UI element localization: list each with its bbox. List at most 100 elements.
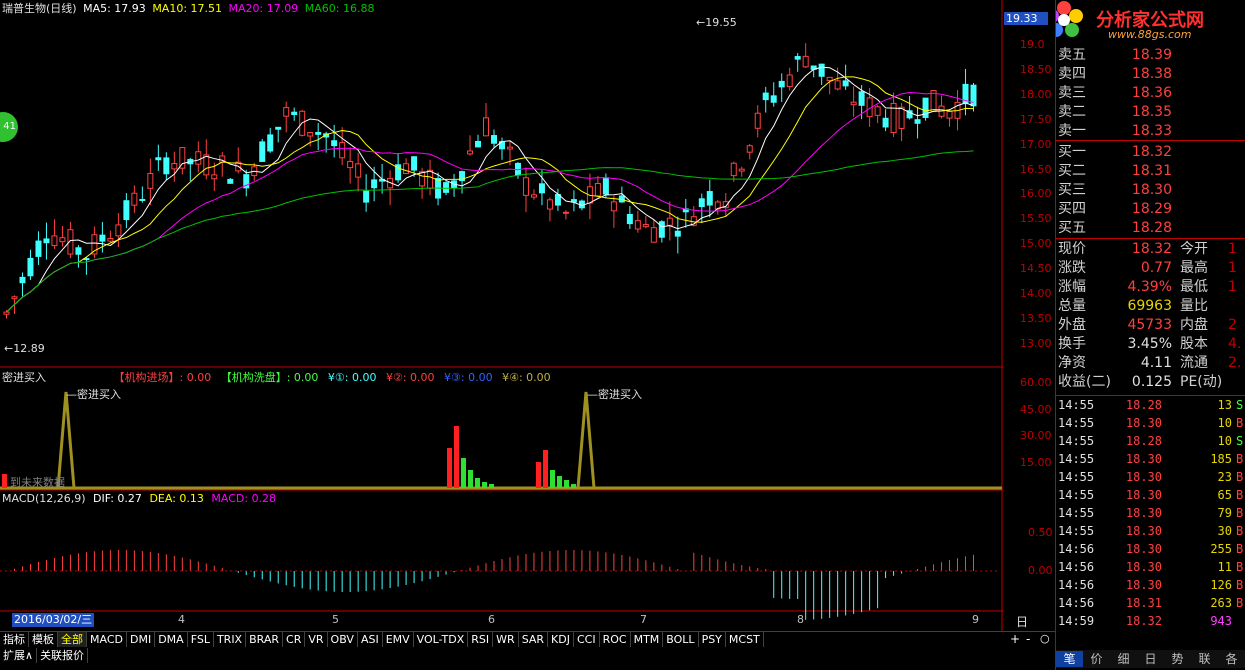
candle-body [3, 311, 10, 315]
indicator-tab[interactable]: CCI [573, 632, 600, 647]
tick-time: 14:55 [1058, 506, 1095, 520]
sell-order-row: 卖四 18.38 [1056, 65, 1245, 84]
indicator-tab[interactable]: BOLL [663, 632, 699, 647]
candle-body [195, 151, 202, 165]
indicator-tab[interactable]: BRAR [246, 632, 284, 647]
stat-label: 净资 [1058, 355, 1086, 371]
indicator-tab[interactable]: MACD [87, 632, 127, 647]
indicator-tab[interactable]: DMA [155, 632, 188, 647]
price-axis-label: 15.50 [1020, 212, 1052, 226]
y1-label: ¥①: 0.00 [327, 371, 377, 384]
chart-area[interactable]: 瑞普生物(日线) MA5: 17.93 MA10: 17.51 MA20: 17… [0, 0, 1053, 646]
tick-price: 18.28 [1125, 398, 1162, 412]
indicator-tab[interactable]: ASI [357, 632, 383, 647]
ma-line [6, 91, 974, 313]
candle-body [75, 247, 82, 255]
quote-view-tab[interactable]: 势 [1164, 651, 1191, 667]
candle-body [171, 163, 178, 170]
indicator-tab[interactable]: TRIX [213, 632, 247, 647]
quote-view-tab[interactable]: 细 [1110, 651, 1137, 667]
order-price: 18.28 [1131, 220, 1172, 236]
indicator-tab[interactable]: 全部 [58, 632, 87, 647]
tick-side: B [1236, 596, 1244, 610]
candle-body [11, 296, 18, 300]
candle-body [530, 194, 537, 198]
indicator-tab[interactable]: OBV [327, 632, 358, 647]
candle-body [594, 183, 601, 197]
tick-volume: 13 [1217, 398, 1232, 412]
tick-time: 14:55 [1058, 416, 1095, 430]
indicator-tab[interactable]: 指标 [0, 632, 29, 647]
candle-body [331, 140, 338, 147]
indicator-tab[interactable]: SAR [518, 632, 549, 647]
indicator-tab[interactable]: DMI [126, 632, 156, 647]
zoom-in-button[interactable]: + [1010, 632, 1020, 646]
order-label: 卖五 [1058, 47, 1086, 63]
stat-label: 内盘 [1180, 317, 1208, 333]
indicator-tab[interactable]: KDJ [548, 632, 574, 647]
tick-row: 14:56 18.30 126 B [1056, 576, 1245, 594]
indicator-tab[interactable]: CR [283, 632, 306, 647]
candlesticks [3, 43, 977, 319]
candle-body [610, 201, 617, 212]
stat-value: 0.125 [1131, 374, 1172, 390]
indicator-axis: 60.00 45.00 30.00 15.00 [1004, 368, 1054, 490]
y4-label: ¥④: 0.00 [502, 371, 551, 384]
extension-tab[interactable]: 扩展∧ [0, 648, 38, 663]
indicator-tab[interactable]: WR [493, 632, 519, 647]
tick-volume: 30 [1217, 524, 1232, 538]
quote-view-tab[interactable]: 各 [1218, 651, 1245, 667]
candle-body [850, 101, 857, 106]
stat-value: 4.39% [1127, 279, 1172, 295]
candle-body [674, 230, 681, 237]
quote-view-tab[interactable]: 价 [1083, 651, 1110, 667]
zoom-fit-button[interactable]: ○ [1040, 632, 1050, 645]
indicator-bars [0, 391, 1002, 490]
quote-view-tab[interactable]: 联 [1191, 651, 1218, 667]
candle-body [275, 126, 282, 130]
tick-time: 14:55 [1058, 398, 1095, 412]
indicator-tab[interactable]: PSY [698, 632, 726, 647]
indicator-tab[interactable]: ROC [599, 632, 631, 647]
tick-price: 18.30 [1125, 578, 1162, 592]
indicator-tab[interactable]: 模板 [29, 632, 58, 647]
indicator-bar [461, 458, 466, 488]
tick-side: B [1236, 416, 1244, 430]
kline-chart[interactable] [0, 0, 1003, 631]
quote-view-tab[interactable]: 日 [1137, 651, 1164, 667]
candle-body [770, 95, 777, 103]
candle-body [794, 56, 801, 60]
stat-value: 4.11 [1140, 355, 1172, 371]
price-axis-label: 14.50 [1020, 262, 1052, 276]
indicator-tab[interactable]: MCST [725, 632, 764, 647]
month-label: 5 [332, 613, 339, 626]
extension-tab[interactable]: 关联报价 [37, 648, 89, 663]
order-price: 18.39 [1131, 47, 1172, 63]
tick-row: 14:55 18.28 10 S [1056, 432, 1245, 450]
tick-side: B [1236, 560, 1244, 574]
zoom-out-button[interactable]: - [1026, 632, 1030, 646]
indicator-tab[interactable]: EMV [382, 632, 414, 647]
order-price: 18.32 [1131, 144, 1172, 160]
tick-side: B [1236, 578, 1244, 592]
quote-view-tab[interactable]: 笔 [1056, 651, 1083, 667]
indicator-tab[interactable]: MTM [630, 632, 664, 647]
stat-label: 涨跌 [1058, 260, 1086, 276]
candle-body [650, 227, 657, 243]
indicator-tab[interactable]: FSL [187, 632, 214, 647]
indicator-tab[interactable]: VR [305, 632, 328, 647]
candle-body [179, 147, 186, 169]
ma20-label: MA20: 17.09 [228, 2, 299, 15]
indicator-bar [482, 482, 487, 488]
indicator-axis-label: 15.00 [1020, 455, 1052, 469]
tick-volume: 23 [1217, 470, 1232, 484]
moving-average-lines [6, 66, 974, 313]
buy-order-row: 买五 18.28 [1056, 219, 1245, 238]
tick-list[interactable]: 14:55 18.28 13 S 14:55 18.30 10 B 14:55 18.28 10 S 1… [1056, 396, 1245, 636]
buy-order-row: 买一 18.32 [1056, 143, 1245, 162]
indicator-tab[interactable]: RSI [468, 632, 494, 647]
tick-price: 18.30 [1125, 452, 1162, 466]
stat-label: 现价 [1058, 241, 1086, 257]
indicator-tab[interactable]: VOL-TDX [413, 632, 469, 647]
side-badge[interactable]: 41 [0, 112, 18, 142]
